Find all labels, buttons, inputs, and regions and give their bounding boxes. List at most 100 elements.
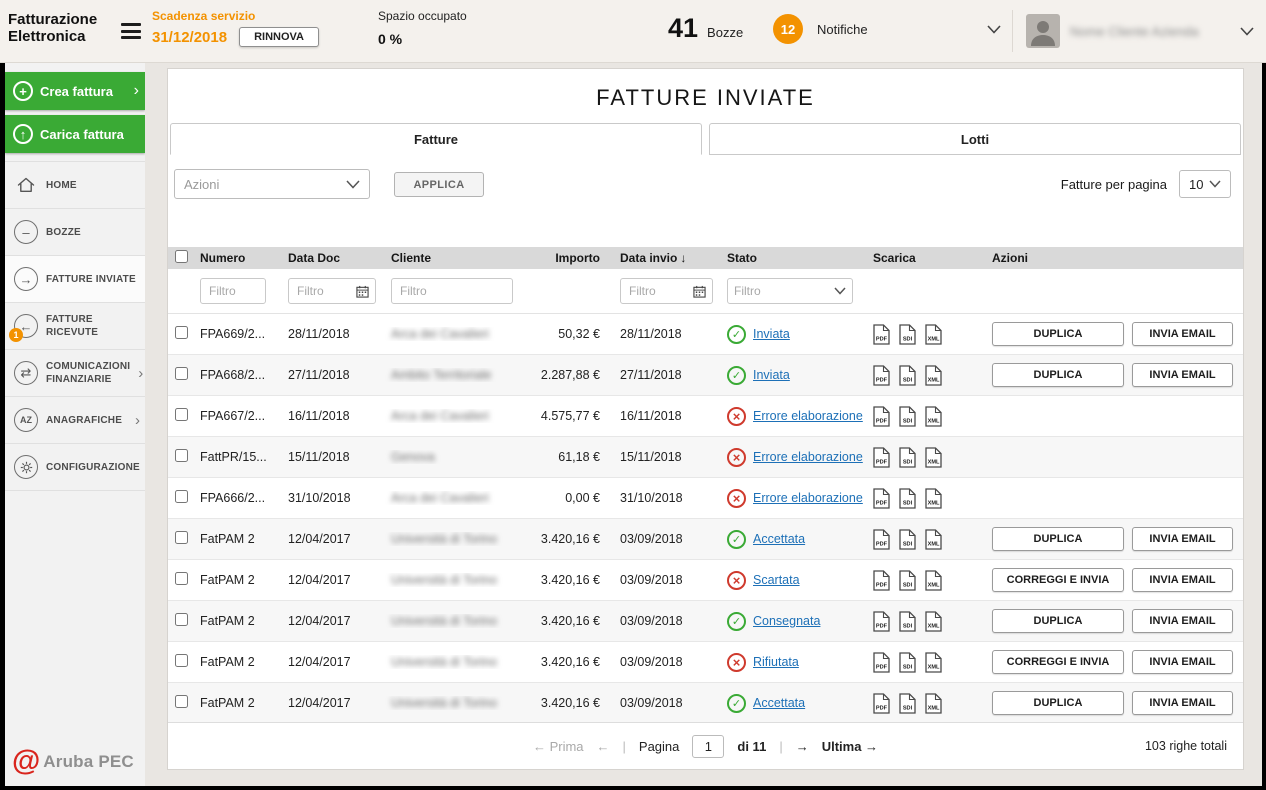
row-checkbox[interactable] [175, 613, 188, 626]
pdf-download-icon[interactable]: PDF [873, 488, 890, 509]
duplica-button[interactable]: DUPLICA [992, 527, 1124, 551]
filter-numero-input[interactable] [207, 283, 259, 299]
status-link[interactable]: Errore elaborazione [753, 450, 863, 464]
status-link[interactable]: Accettata [753, 696, 805, 710]
row-checkbox[interactable] [175, 654, 188, 667]
duplica-button[interactable]: DUPLICA [992, 691, 1124, 715]
row-checkbox[interactable] [175, 326, 188, 339]
carica-fattura-button[interactable]: ↑ Carica fattura [5, 115, 145, 153]
pdf-download-icon[interactable]: PDF [873, 611, 890, 632]
first-page-button[interactable]: ← Prima [533, 739, 584, 754]
filter-data-invio-input[interactable] [627, 283, 689, 299]
sidebar-item-fatture-inviate[interactable]: → FATTURE INVIATE [5, 256, 145, 303]
row-checkbox[interactable] [175, 490, 188, 503]
pdf-download-icon[interactable]: PDF [873, 529, 890, 550]
invia-email-button[interactable]: INVIA EMAIL [1132, 609, 1233, 633]
xml-download-icon[interactable]: XML [925, 693, 942, 714]
sdi-download-icon[interactable]: SDI [899, 652, 916, 673]
row-checkbox[interactable] [175, 408, 188, 421]
xml-download-icon[interactable]: XML [925, 365, 942, 386]
status-link[interactable]: Rifiutata [753, 655, 799, 669]
column-cliente[interactable]: Cliente [385, 251, 520, 265]
user-menu[interactable]: Nome Cliente Azienda [1026, 14, 1254, 48]
per-page-select[interactable]: 10 [1179, 170, 1231, 198]
xml-download-icon[interactable]: XML [925, 529, 942, 550]
correggi-e-invia-button[interactable]: CORREGGI E INVIA [992, 568, 1124, 592]
xml-download-icon[interactable]: XML [925, 570, 942, 591]
pdf-download-icon[interactable]: PDF [873, 447, 890, 468]
sdi-download-icon[interactable]: SDI [899, 406, 916, 427]
xml-download-icon[interactable]: XML [925, 447, 942, 468]
invia-email-button[interactable]: INVIA EMAIL [1132, 568, 1233, 592]
column-importo[interactable]: Importo [520, 251, 608, 265]
status-link[interactable]: Inviata [753, 368, 790, 382]
correggi-e-invia-button[interactable]: CORREGGI E INVIA [992, 650, 1124, 674]
duplica-button[interactable]: DUPLICA [992, 363, 1124, 387]
crea-fattura-button[interactable]: + Crea fattura › [5, 72, 145, 110]
last-page-button[interactable]: Ultima → [822, 739, 878, 754]
pdf-download-icon[interactable]: PDF [873, 652, 890, 673]
xml-download-icon[interactable]: XML [925, 406, 942, 427]
pdf-download-icon[interactable]: PDF [873, 570, 890, 591]
status-link[interactable]: Scartata [753, 573, 800, 587]
xml-download-icon[interactable]: XML [925, 611, 942, 632]
xml-download-icon[interactable]: XML [925, 324, 942, 345]
row-checkbox[interactable] [175, 367, 188, 380]
column-numero[interactable]: Numero [194, 251, 282, 265]
azioni-select[interactable]: Azioni [174, 169, 370, 199]
sdi-download-icon[interactable]: SDI [899, 611, 916, 632]
status-link[interactable]: Errore elaborazione [753, 491, 863, 505]
xml-download-icon[interactable]: XML [925, 652, 942, 673]
sdi-download-icon[interactable]: SDI [899, 324, 916, 345]
duplica-button[interactable]: DUPLICA [992, 322, 1124, 346]
sidebar-item-fatture-ricevute[interactable]: ← 1 FATTURE RICEVUTE [5, 303, 145, 350]
tab-fatture[interactable]: Fatture [170, 123, 702, 155]
sidebar-item-home[interactable]: HOME [5, 162, 145, 209]
calendar-icon[interactable] [693, 285, 706, 298]
pdf-download-icon[interactable]: PDF [873, 365, 890, 386]
filter-stato-select[interactable]: Filtro [727, 278, 853, 304]
sdi-download-icon[interactable]: SDI [899, 365, 916, 386]
pdf-download-icon[interactable]: PDF [873, 324, 890, 345]
drafts-counter[interactable]: 41 Bozze [668, 13, 743, 44]
sdi-download-icon[interactable]: SDI [899, 488, 916, 509]
row-checkbox[interactable] [175, 572, 188, 585]
column-data-invio[interactable]: Data invio↓ [608, 251, 720, 265]
invia-email-button[interactable]: INVIA EMAIL [1132, 527, 1233, 551]
tab-lotti[interactable]: Lotti [709, 123, 1241, 155]
notifications-dropdown[interactable]: 12 Notifiche [773, 14, 1001, 44]
duplica-button[interactable]: DUPLICA [992, 609, 1124, 633]
next-page-button[interactable]: → [796, 739, 809, 754]
pdf-download-icon[interactable]: PDF [873, 693, 890, 714]
filter-data-doc-input[interactable] [295, 283, 352, 299]
status-link[interactable]: Consegnata [753, 614, 820, 628]
sdi-download-icon[interactable]: SDI [899, 693, 916, 714]
rinnova-button[interactable]: RINNOVA [239, 27, 319, 47]
xml-download-icon[interactable]: XML [925, 488, 942, 509]
invia-email-button[interactable]: INVIA EMAIL [1132, 650, 1233, 674]
sidebar-item-bozze[interactable]: – BOZZE [5, 209, 145, 256]
column-stato[interactable]: Stato [720, 251, 866, 265]
sidebar-item-configurazione[interactable]: CONFIGURAZIONE › [5, 444, 145, 491]
column-data-doc[interactable]: Data Doc [282, 251, 385, 265]
sidebar-item-anagrafiche[interactable]: AZ ANAGRAFICHE › [5, 397, 145, 444]
row-checkbox[interactable] [175, 531, 188, 544]
sdi-download-icon[interactable]: SDI [899, 570, 916, 591]
sdi-download-icon[interactable]: SDI [899, 529, 916, 550]
status-link[interactable]: Inviata [753, 327, 790, 341]
status-link[interactable]: Errore elaborazione [753, 409, 863, 423]
invia-email-button[interactable]: INVIA EMAIL [1132, 363, 1233, 387]
invia-email-button[interactable]: INVIA EMAIL [1132, 691, 1233, 715]
sidebar-item-comunicazioni-finanziarie[interactable]: ⇄ COMUNICAZIONI FINANZIARIE › [5, 350, 145, 397]
filter-cliente-input[interactable] [398, 283, 506, 299]
calendar-icon[interactable] [356, 285, 369, 298]
row-checkbox[interactable] [175, 695, 188, 708]
applica-button[interactable]: APPLICA [394, 172, 484, 197]
pdf-download-icon[interactable]: PDF [873, 406, 890, 427]
prev-page-button[interactable]: ← [597, 739, 610, 754]
invia-email-button[interactable]: INVIA EMAIL [1132, 322, 1233, 346]
status-link[interactable]: Accettata [753, 532, 805, 546]
page-input[interactable] [692, 735, 724, 758]
hamburger-menu-icon[interactable] [121, 23, 141, 43]
sdi-download-icon[interactable]: SDI [899, 447, 916, 468]
